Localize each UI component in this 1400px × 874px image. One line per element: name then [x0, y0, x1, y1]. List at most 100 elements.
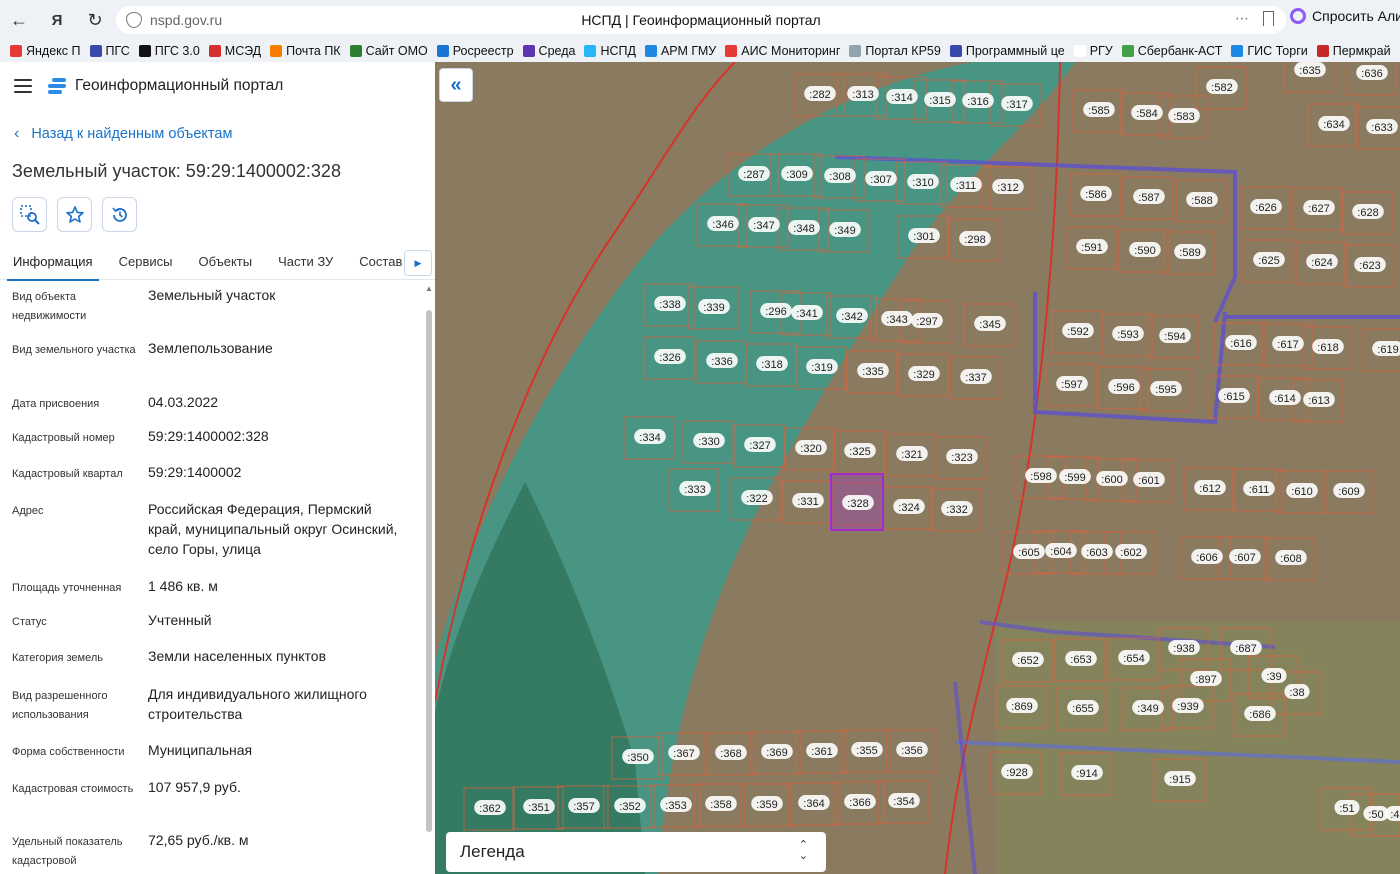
parcel-label[interactable]: :323: [946, 449, 978, 464]
parcel-label[interactable]: :616: [1225, 335, 1257, 350]
parcel-label[interactable]: :634: [1318, 116, 1350, 131]
parcel-label[interactable]: :320: [795, 440, 827, 455]
parcel-label[interactable]: :347: [748, 217, 780, 232]
parcel-label[interactable]: :297: [911, 313, 943, 328]
parcel-label[interactable]: :328: [842, 495, 874, 510]
parcel-label[interactable]: :316: [962, 93, 994, 108]
parcel-label[interactable]: :367: [668, 745, 700, 760]
parcel-label[interactable]: :583: [1168, 108, 1200, 123]
parcel-label[interactable]: :312: [992, 179, 1024, 194]
parcel-label[interactable]: :602: [1115, 544, 1147, 559]
parcel-label[interactable]: :604: [1045, 543, 1077, 558]
parcel-label[interactable]: :605: [1013, 544, 1045, 559]
parcel-label[interactable]: :342: [836, 308, 868, 323]
parcel-label[interactable]: :357: [568, 798, 600, 813]
parcel-label[interactable]: :339: [698, 299, 730, 314]
parcel-label[interactable]: :653: [1065, 651, 1097, 666]
parcel-label[interactable]: :287: [738, 166, 770, 181]
parcel-label[interactable]: :636: [1356, 65, 1388, 80]
parcel-label[interactable]: :310: [907, 174, 939, 189]
address-bar[interactable]: nspd.gov.ru НСПД | Геоинформационный пор…: [116, 6, 1286, 34]
bookmark-item[interactable]: РГУ: [1073, 44, 1113, 58]
parcel-label[interactable]: :349: [829, 222, 861, 237]
parcel-label[interactable]: :591: [1076, 239, 1108, 254]
parcel-label[interactable]: :628: [1352, 204, 1384, 219]
bookmark-item[interactable]: Росреестр: [436, 44, 514, 58]
parcel-label[interactable]: :319: [806, 359, 838, 374]
parcel-label[interactable]: :338: [654, 296, 686, 311]
tab-item[interactable]: Состав: [359, 248, 402, 280]
parcel-label[interactable]: :361: [806, 743, 838, 758]
parcel-label[interactable]: :617: [1272, 336, 1304, 351]
parcel-label[interactable]: :49: [1385, 806, 1400, 821]
parcel-label[interactable]: :317: [1001, 96, 1033, 111]
parcel-label[interactable]: :618: [1312, 339, 1344, 354]
parcel-label[interactable]: :610: [1286, 483, 1318, 498]
parcel-label[interactable]: :358: [705, 796, 737, 811]
parcel-label[interactable]: :353: [660, 797, 692, 812]
parcel-label[interactable]: :51: [1334, 800, 1360, 815]
bookmark-item[interactable]: ПГС: [89, 44, 130, 58]
parcel-label[interactable]: :359: [751, 796, 783, 811]
parcel-label[interactable]: :582: [1206, 79, 1238, 94]
parcel-label[interactable]: :612: [1194, 480, 1226, 495]
parcel-label[interactable]: :623: [1354, 257, 1386, 272]
parcel-label[interactable]: :619: [1372, 341, 1400, 356]
parcel-label[interactable]: :318: [756, 356, 788, 371]
parcel-label[interactable]: :350: [622, 749, 654, 764]
parcel-label[interactable]: :615: [1218, 388, 1250, 403]
history-button[interactable]: [102, 197, 137, 232]
parcel-label[interactable]: :341: [791, 305, 823, 320]
parcel-label[interactable]: :606: [1191, 549, 1223, 564]
parcel-label[interactable]: :356: [896, 742, 928, 757]
tab-item[interactable]: Информация: [7, 248, 99, 281]
parcel-label[interactable]: :687: [1230, 640, 1262, 655]
panel-scrollbar[interactable]: ▲: [425, 284, 433, 874]
back-to-results-link[interactable]: ‹ Назад к найденным объектам: [14, 125, 232, 143]
parcel-label[interactable]: :330: [693, 433, 725, 448]
parcel-label[interactable]: :897: [1190, 671, 1222, 686]
more-options-icon[interactable]: ⋯: [1235, 10, 1250, 27]
bookmark-item[interactable]: АИС Мониторинг: [725, 44, 840, 58]
parcel-label[interactable]: :321: [896, 446, 928, 461]
parcel-label[interactable]: :939: [1172, 698, 1204, 713]
parcel-label[interactable]: :333: [679, 481, 711, 496]
parcel-label[interactable]: :626: [1250, 199, 1282, 214]
parcel-label[interactable]: :625: [1253, 252, 1285, 267]
bookmark-item[interactable]: Пермкрай: [1316, 44, 1391, 58]
parcel-label[interactable]: :607: [1229, 549, 1261, 564]
bookmark-item[interactable]: Среда: [522, 44, 575, 58]
parcel-label[interactable]: :598: [1025, 468, 1057, 483]
parcel-label[interactable]: :362: [474, 800, 506, 815]
url-text[interactable]: nspd.gov.ru: [150, 12, 222, 28]
bookmark-item[interactable]: Программный це: [949, 44, 1065, 58]
zoom-to-object-button[interactable]: [12, 197, 47, 232]
tab-item[interactable]: Части ЗУ: [278, 248, 333, 280]
parcel-label[interactable]: :587: [1133, 189, 1165, 204]
parcel-label[interactable]: :590: [1129, 242, 1161, 257]
parcel-label[interactable]: :938: [1168, 640, 1200, 655]
parcel-label[interactable]: :652: [1012, 652, 1044, 667]
back-arrow-icon[interactable]: ←: [0, 0, 38, 40]
parcel-label[interactable]: :352: [614, 798, 646, 813]
parcel-label[interactable]: :588: [1186, 192, 1218, 207]
bookmark-item[interactable]: Сбербанк-АСТ: [1121, 44, 1222, 58]
collapse-panel-button[interactable]: «: [439, 68, 473, 102]
parcel-label[interactable]: :282: [804, 86, 836, 101]
parcel-label[interactable]: :324: [893, 499, 925, 514]
parcel-label[interactable]: :592: [1062, 323, 1094, 338]
parcel-label[interactable]: :613: [1303, 392, 1335, 407]
parcel-label[interactable]: :869: [1006, 698, 1038, 713]
parcel-label[interactable]: :298: [959, 231, 991, 246]
parcel-label[interactable]: :39: [1261, 668, 1287, 683]
parcel-label[interactable]: :322: [741, 490, 773, 505]
parcel-label[interactable]: :308: [824, 168, 856, 183]
parcel-label[interactable]: :915: [1164, 771, 1196, 786]
parcel-label[interactable]: :313: [847, 86, 879, 101]
bookmark-item[interactable]: ГИС Торги: [1231, 44, 1308, 58]
legend-button[interactable]: Легенда ⌃ ⌄: [446, 832, 826, 872]
parcel-label[interactable]: :345: [974, 316, 1006, 331]
parcel-label[interactable]: :594: [1159, 328, 1191, 343]
parcel-label[interactable]: :343: [881, 311, 913, 326]
parcel-label[interactable]: :369: [761, 744, 793, 759]
